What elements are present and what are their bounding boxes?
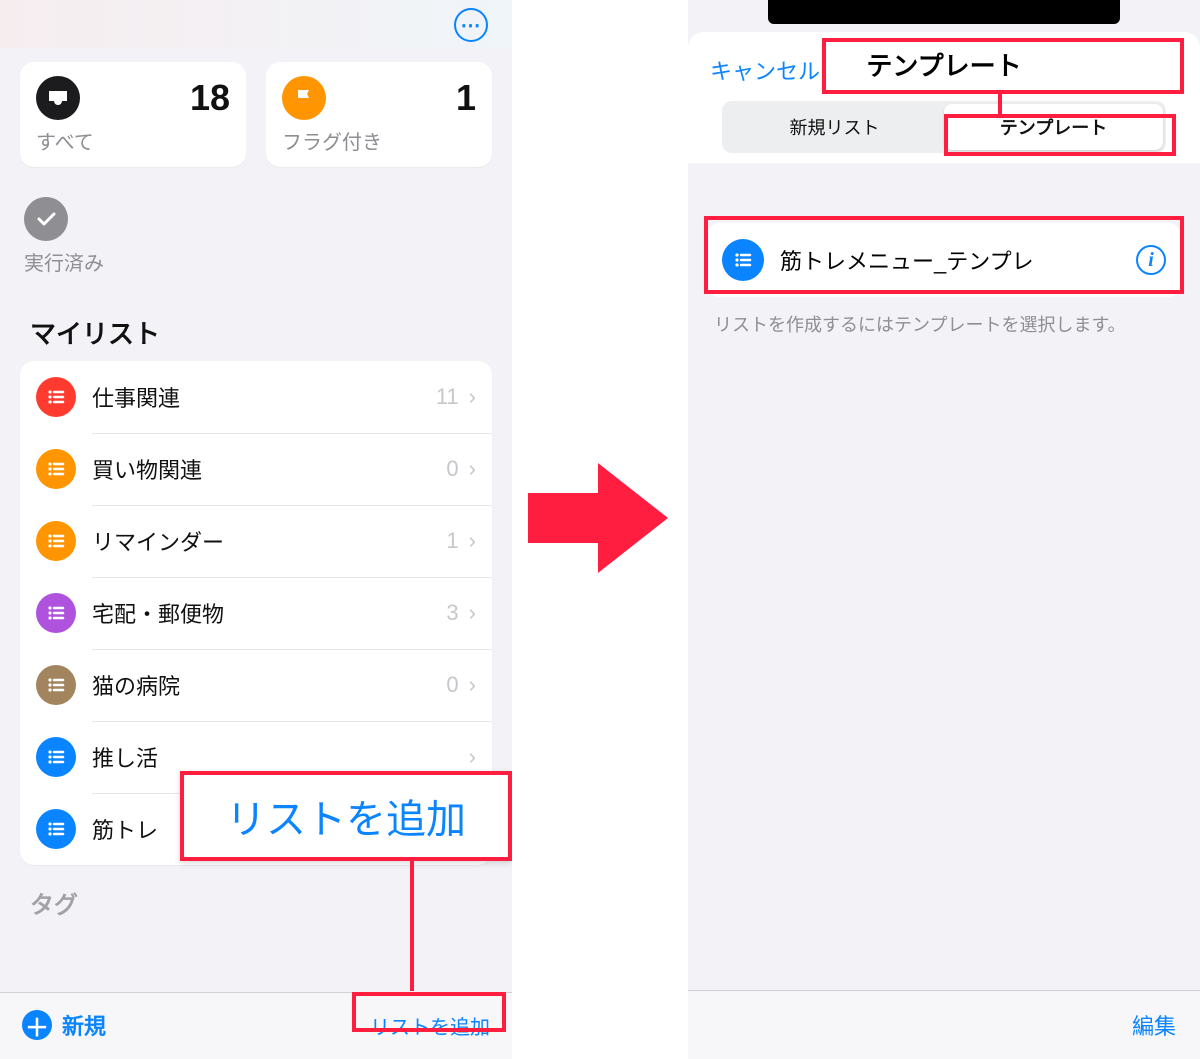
list-icon xyxy=(36,809,76,849)
inbox-icon xyxy=(36,76,80,120)
summary-cards-2: 実行済み xyxy=(0,167,512,288)
sheet-header: キャンセル テンプレート 新規リスト テンプレート xyxy=(688,32,1200,163)
status-bar-notch xyxy=(768,0,1120,24)
list-icon xyxy=(36,665,76,705)
more-button[interactable]: ⋯ xyxy=(454,8,488,42)
card-flagged[interactable]: 1 フラグ付き xyxy=(266,62,492,167)
cancel-button[interactable]: キャンセル xyxy=(710,54,820,86)
hint-text: リストを作成するにはテンプレートを選択します。 xyxy=(688,297,1200,351)
bottom-toolbar: 編集 xyxy=(688,990,1200,1059)
list-count: 0 xyxy=(446,456,458,482)
ellipsis-icon: ⋯ xyxy=(461,13,482,38)
section-mylists: マイリスト xyxy=(0,288,512,361)
list-icon xyxy=(36,377,76,417)
list-icon xyxy=(36,737,76,777)
list-row[interactable]: 宅配・郵便物 3 › xyxy=(20,577,492,649)
segmented-control[interactable]: 新規リスト テンプレート xyxy=(722,101,1166,153)
list-icon xyxy=(722,239,764,281)
list-count: 3 xyxy=(446,600,458,626)
nav-blur: ⋯ xyxy=(0,0,512,48)
card-all-label: すべて xyxy=(36,126,230,155)
card-done-label: 実行済み xyxy=(24,247,240,276)
check-icon xyxy=(24,197,68,241)
list-icon xyxy=(36,593,76,633)
annotation-arrow-icon xyxy=(528,458,668,578)
annotation-connector xyxy=(998,94,1002,116)
phone-right-template-sheet: キャンセル テンプレート 新規リスト テンプレート 筋トレメニュー_テンプレ i… xyxy=(688,0,1200,1059)
summary-cards: 18 すべて 1 フラグ付き xyxy=(0,48,512,167)
new-label: 新規 xyxy=(62,1009,106,1041)
phone-left-reminders: ⋯ 18 すべて 1 フラグ付き xyxy=(0,0,512,1059)
plus-circle-icon: ＋ xyxy=(22,1010,52,1040)
segment-new-list[interactable]: 新規リスト xyxy=(725,104,944,150)
card-done[interactable]: 実行済み xyxy=(20,183,256,288)
card-flagged-label: フラグ付き xyxy=(282,126,476,155)
annotation-connector xyxy=(410,861,414,991)
card-all[interactable]: 18 すべて xyxy=(20,62,246,167)
list-name: 猫の病院 xyxy=(92,669,446,701)
chevron-right-icon: › xyxy=(469,456,476,482)
list-name: 宅配・郵便物 xyxy=(92,597,446,629)
template-name: 筋トレメニュー_テンプレ xyxy=(780,244,1136,276)
list-row[interactable]: 猫の病院 0 › xyxy=(20,649,492,721)
chevron-right-icon: › xyxy=(469,384,476,410)
sheet-body: 筋トレメニュー_テンプレ i リストを作成するにはテンプレートを選択します。 xyxy=(688,163,1200,1059)
list-row[interactable]: リマインダー 1 › xyxy=(20,505,492,577)
annotation-text: リストを追加 xyxy=(226,787,466,845)
section-tags-partial: タグ xyxy=(0,865,512,930)
list-count: 0 xyxy=(446,672,458,698)
flag-icon xyxy=(282,76,326,120)
chevron-right-icon: › xyxy=(469,600,476,626)
annotation-callout: リストを追加 xyxy=(180,771,512,861)
add-list-button[interactable]: リストを追加 xyxy=(370,1011,490,1040)
list-icon xyxy=(36,449,76,489)
bottom-toolbar: ＋ 新規 リストを追加 xyxy=(0,992,512,1059)
edit-button[interactable]: 編集 xyxy=(1132,1009,1176,1041)
list-count: 11 xyxy=(436,384,459,410)
list-name: 仕事関連 xyxy=(92,381,436,413)
card-flagged-count: 1 xyxy=(456,77,476,119)
info-button[interactable]: i xyxy=(1136,245,1166,275)
segment-template[interactable]: テンプレート xyxy=(944,104,1163,150)
list-name: 推し活 xyxy=(92,741,459,773)
chevron-right-icon: › xyxy=(469,744,476,770)
chevron-right-icon: › xyxy=(469,528,476,554)
list-name: 買い物関連 xyxy=(92,453,446,485)
list-row[interactable]: 買い物関連 0 › xyxy=(20,433,492,505)
list-count: 1 xyxy=(446,528,458,554)
template-item[interactable]: 筋トレメニュー_テンプレ i xyxy=(706,223,1182,297)
new-reminder-button[interactable]: ＋ 新規 xyxy=(22,1009,106,1041)
list-row[interactable]: 仕事関連 11 › xyxy=(20,361,492,433)
chevron-right-icon: › xyxy=(469,672,476,698)
card-all-count: 18 xyxy=(190,77,230,119)
list-name: リマインダー xyxy=(92,525,446,557)
list-icon xyxy=(36,521,76,561)
